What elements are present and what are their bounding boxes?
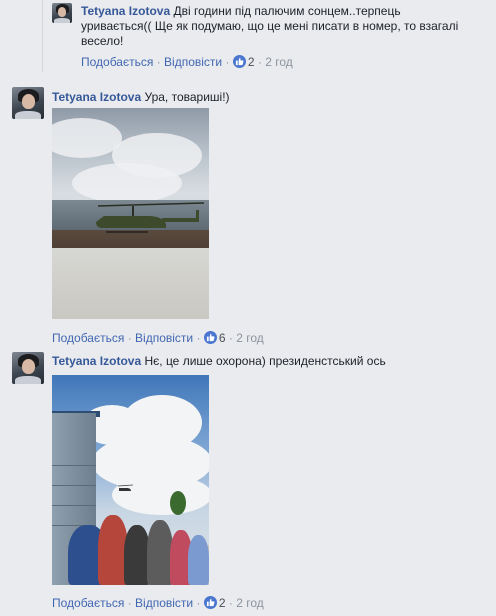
comment-author[interactable]: Tetyana Izotova <box>52 90 141 104</box>
comment-actions: Подобається · Відповісти · 6 · 2 год <box>52 331 264 345</box>
thumbs-up-icon[interactable] <box>232 55 246 68</box>
thumbs-up-icon[interactable] <box>203 331 217 344</box>
like-count[interactable]: 2 <box>219 596 226 610</box>
comment-photo[interactable] <box>52 375 209 585</box>
like-count[interactable]: 2 <box>248 55 255 69</box>
like-button[interactable]: Подобається <box>52 596 124 610</box>
helicopter-image <box>96 202 205 233</box>
comment-text: Ура, товариші!) <box>144 90 230 104</box>
thumbs-up-icon[interactable] <box>203 596 217 609</box>
comment-1: Tetyana Izotova Дві години під палючим с… <box>0 0 496 76</box>
like-button[interactable]: Подобається <box>81 55 153 69</box>
like-button[interactable]: Подобається <box>52 331 124 345</box>
avatar[interactable] <box>12 352 44 384</box>
comment-2: Tetyana Izotova Ура, товариші!) Подобаєт… <box>0 80 496 350</box>
comment-actions: Подобається · Відповісти · 2 · 2 год <box>81 55 293 69</box>
reply-button[interactable]: Відповісти <box>135 596 193 610</box>
timestamp[interactable]: 2 год <box>236 331 264 345</box>
avatar[interactable] <box>52 3 72 23</box>
reply-button[interactable]: Відповісти <box>164 55 222 69</box>
comment-photo[interactable] <box>52 108 209 319</box>
avatar[interactable] <box>12 87 44 119</box>
reply-button[interactable]: Відповісти <box>135 331 193 345</box>
timestamp[interactable]: 2 год <box>236 596 264 610</box>
comment-body: Tetyana Izotova Ура, товариші!) <box>52 90 472 105</box>
comment-body: Tetyana Izotova Дві години під палючим с… <box>81 4 461 49</box>
timestamp[interactable]: 2 год <box>265 55 293 69</box>
comment-author[interactable]: Tetyana Izotova <box>81 4 170 18</box>
comment-text: Нє, це лише охорона) президенстський ось <box>144 354 386 368</box>
comment-actions: Подобається · Відповісти · 2 · 2 год <box>52 596 264 610</box>
helicopter-image <box>118 484 134 491</box>
comment-3: Tetyana Izotova Нє, це лише охорона) пре… <box>0 345 496 616</box>
like-count[interactable]: 6 <box>219 331 226 345</box>
comment-body: Tetyana Izotova Нє, це лише охорона) пре… <box>52 354 472 369</box>
comment-author[interactable]: Tetyana Izotova <box>52 354 141 368</box>
